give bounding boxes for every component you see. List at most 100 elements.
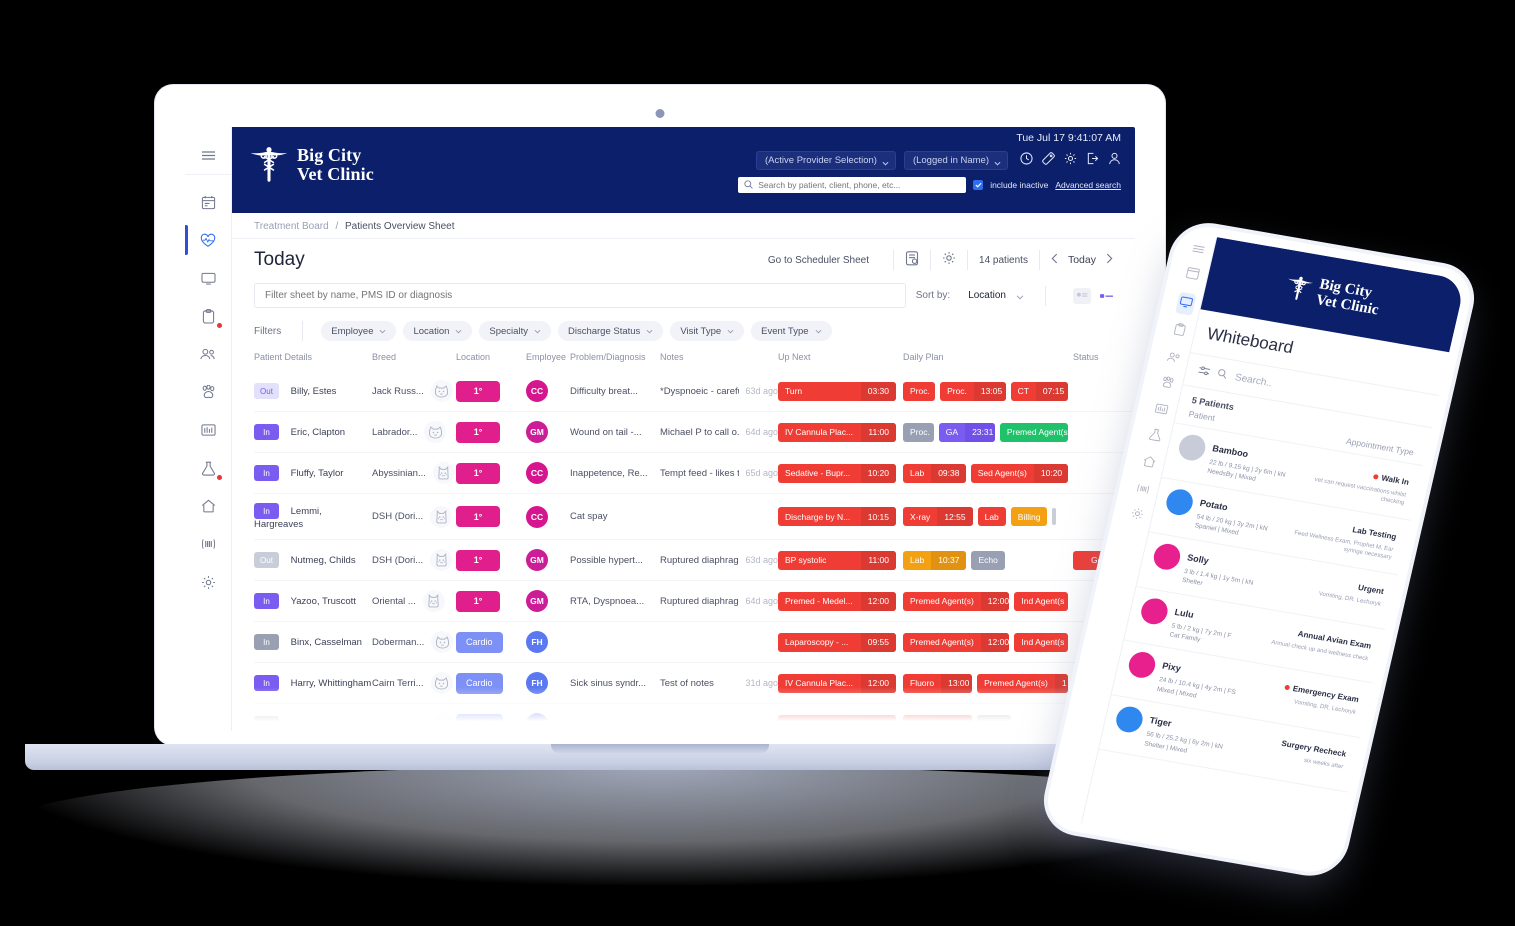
cell-employee[interactable]: GM bbox=[526, 411, 570, 453]
sheet-filter-input[interactable] bbox=[265, 290, 895, 301]
table-row[interactable]: In Eric, Clapton Labrador... 1° GM Wound… bbox=[254, 411, 1133, 453]
task-chip[interactable]: IV Cannula Plac... 11:00 bbox=[778, 422, 896, 442]
cell-patient-details[interactable]: In Jeremy, collinson bbox=[254, 703, 372, 731]
phone-menu-icon[interactable] bbox=[1191, 239, 1206, 258]
table-row[interactable]: Out Nutmeg, Childs DSH (Dori... 1° GM Po… bbox=[254, 539, 1133, 581]
avatar[interactable]: GM bbox=[526, 590, 548, 612]
filter-chip-specialty[interactable]: Specialty bbox=[479, 321, 551, 341]
task-chip[interactable]: Discharge by N... 10:15 bbox=[778, 507, 896, 526]
task-chip[interactable]: Proc. bbox=[976, 714, 1011, 731]
avatar[interactable]: CC bbox=[526, 462, 548, 484]
cell-location[interactable]: 1° bbox=[456, 371, 526, 412]
task-chip[interactable]: Billing bbox=[1010, 507, 1048, 526]
task-chip[interactable]: Ind Agent(s bbox=[1014, 632, 1068, 652]
cell-location[interactable]: Cardio bbox=[456, 703, 526, 731]
go-to-scheduler-link[interactable]: Go to Scheduler Sheet bbox=[768, 255, 882, 266]
filter-chip-location[interactable]: Location bbox=[403, 321, 473, 341]
sheet-filter-field[interactable] bbox=[254, 283, 906, 308]
filter-chip-visit-type[interactable]: Visit Type bbox=[670, 321, 745, 341]
table-row[interactable]: Out Billy, Estes Jack Russ... 1° CC Diff… bbox=[254, 371, 1133, 412]
sidebar-menu-toggle[interactable] bbox=[185, 137, 231, 175]
cell-location[interactable]: 1° bbox=[456, 580, 526, 622]
cell-employee[interactable]: CC bbox=[526, 493, 570, 540]
cell-employee[interactable]: GM bbox=[526, 580, 570, 622]
sheet-report-icon[interactable] bbox=[905, 250, 919, 271]
provider-select[interactable]: (Active Provider Selection) bbox=[756, 151, 896, 170]
filter-chip-discharge-status[interactable]: Discharge Status bbox=[557, 321, 664, 341]
table-row[interactable]: In Yazoo, Truscott Oriental ... 1° GM RT… bbox=[254, 580, 1133, 622]
task-chip[interactable]: Lab 09:38 bbox=[903, 463, 966, 483]
sidebar-item-clipboard[interactable] bbox=[185, 299, 231, 333]
cell-patient-details[interactable]: In Binx, Casselman bbox=[254, 621, 372, 663]
cell-patient-details[interactable]: In Yazoo, Truscott bbox=[254, 580, 372, 622]
location-badge[interactable]: 1° bbox=[456, 590, 500, 612]
cell-patient-details[interactable]: Out Billy, Estes bbox=[254, 371, 372, 412]
sidebar-item-settings[interactable] bbox=[185, 565, 231, 599]
phone-clients-icon[interactable] bbox=[1164, 348, 1182, 368]
sidebar-item-monitor[interactable] bbox=[185, 261, 231, 295]
list-view-toggle[interactable] bbox=[1100, 293, 1113, 299]
location-badge[interactable]: 1° bbox=[456, 462, 500, 484]
gear-icon[interactable] bbox=[1064, 152, 1077, 170]
task-chip[interactable]: Echo - Initial 14:15 bbox=[778, 714, 896, 731]
sidebar-item-barcode[interactable] bbox=[185, 527, 231, 561]
table-row[interactable]: In Fluffy, Taylor Abyssinian... 1° CC In… bbox=[254, 452, 1133, 494]
location-badge[interactable]: 1° bbox=[456, 506, 500, 527]
cell-location[interactable]: 1° bbox=[456, 493, 526, 540]
table-row[interactable]: In Binx, Casselman Doberman... Cardio FH… bbox=[254, 621, 1133, 663]
phone-calendar-icon[interactable] bbox=[1184, 266, 1201, 286]
cell-patient-details[interactable]: In Lemmi, Hargreaves bbox=[254, 493, 372, 540]
cell-employee[interactable]: CC bbox=[526, 371, 570, 412]
task-chip[interactable]: Premed Agent(s bbox=[999, 422, 1069, 442]
task-chip[interactable]: IV Cannula Plac... 12:00 bbox=[778, 673, 896, 693]
phone-reports-icon[interactable] bbox=[1153, 401, 1170, 421]
cell-patient-details[interactable]: In Eric, Clapton bbox=[254, 411, 372, 453]
cell-location[interactable]: Cardio bbox=[456, 621, 526, 663]
task-chip[interactable]: Sedative - Bupr... 10:20 bbox=[778, 463, 896, 483]
location-badge[interactable]: Cardio bbox=[456, 631, 503, 653]
chevron-down-icon[interactable] bbox=[1016, 287, 1024, 305]
phone-whiteboard-icon[interactable] bbox=[1175, 291, 1197, 316]
search-input[interactable] bbox=[758, 180, 961, 190]
task-chip[interactable]: Proc. bbox=[903, 381, 936, 401]
cell-patient-details[interactable]: Out Nutmeg, Childs bbox=[254, 539, 372, 581]
task-chip[interactable]: GA 23:31 bbox=[938, 422, 995, 442]
cell-location[interactable]: 1° bbox=[456, 452, 526, 494]
phone-patients-icon[interactable] bbox=[1159, 375, 1176, 395]
sidebar-item-calendar[interactable] bbox=[185, 185, 231, 219]
cell-employee[interactable]: FH bbox=[526, 662, 570, 704]
user-icon[interactable] bbox=[1108, 152, 1121, 170]
location-badge[interactable]: 1° bbox=[456, 380, 500, 402]
filter-icon[interactable] bbox=[1197, 362, 1212, 381]
task-chip[interactable]: Premed Agent(s) 12:00 bbox=[903, 632, 1010, 652]
cell-employee[interactable]: CC bbox=[526, 452, 570, 494]
sidebar-item-home[interactable] bbox=[185, 489, 231, 523]
tag-icon[interactable] bbox=[1042, 151, 1055, 170]
avatar[interactable]: FH bbox=[526, 672, 548, 694]
include-inactive-checkbox[interactable] bbox=[973, 180, 984, 190]
task-chip[interactable]: Lab bbox=[977, 507, 1006, 526]
location-badge[interactable]: Cardio bbox=[456, 672, 503, 694]
logout-icon[interactable] bbox=[1086, 152, 1099, 170]
cell-patient-details[interactable]: In Fluffy, Taylor bbox=[254, 452, 372, 494]
avatar[interactable]: GM bbox=[526, 549, 548, 571]
location-badge[interactable]: 1° bbox=[456, 549, 500, 571]
avatar[interactable]: FH bbox=[526, 713, 548, 731]
task-chip[interactable]: Echo bbox=[971, 550, 1005, 570]
sidebar-item-clients[interactable] bbox=[185, 337, 231, 371]
task-chip[interactable]: Turn 03:30 bbox=[778, 381, 896, 401]
phone-clipboard-icon[interactable] bbox=[1172, 322, 1187, 341]
current-date-label[interactable]: Today bbox=[1068, 254, 1096, 266]
task-chip[interactable]: Premed Agent(s) 12:00 bbox=[903, 591, 1010, 611]
next-day-icon[interactable] bbox=[1106, 253, 1113, 267]
task-chip[interactable]: Sed Agent(s) 10:20 bbox=[970, 463, 1068, 483]
task-chip[interactable]: Lab 10:37 bbox=[903, 550, 967, 570]
clock-icon[interactable] bbox=[1020, 151, 1033, 170]
cell-location[interactable]: 1° bbox=[456, 539, 526, 581]
card-view-toggle[interactable] bbox=[1073, 287, 1091, 304]
task-chip[interactable]: Fluoro 13:00 bbox=[903, 673, 973, 693]
cell-employee[interactable]: FH bbox=[526, 621, 570, 663]
phone-barcode-icon[interactable] bbox=[1134, 480, 1151, 500]
location-badge[interactable]: 1° bbox=[456, 421, 500, 443]
table-row[interactable]: In Lemmi, Hargreaves DSH (Dori... 1° CC … bbox=[254, 493, 1133, 540]
